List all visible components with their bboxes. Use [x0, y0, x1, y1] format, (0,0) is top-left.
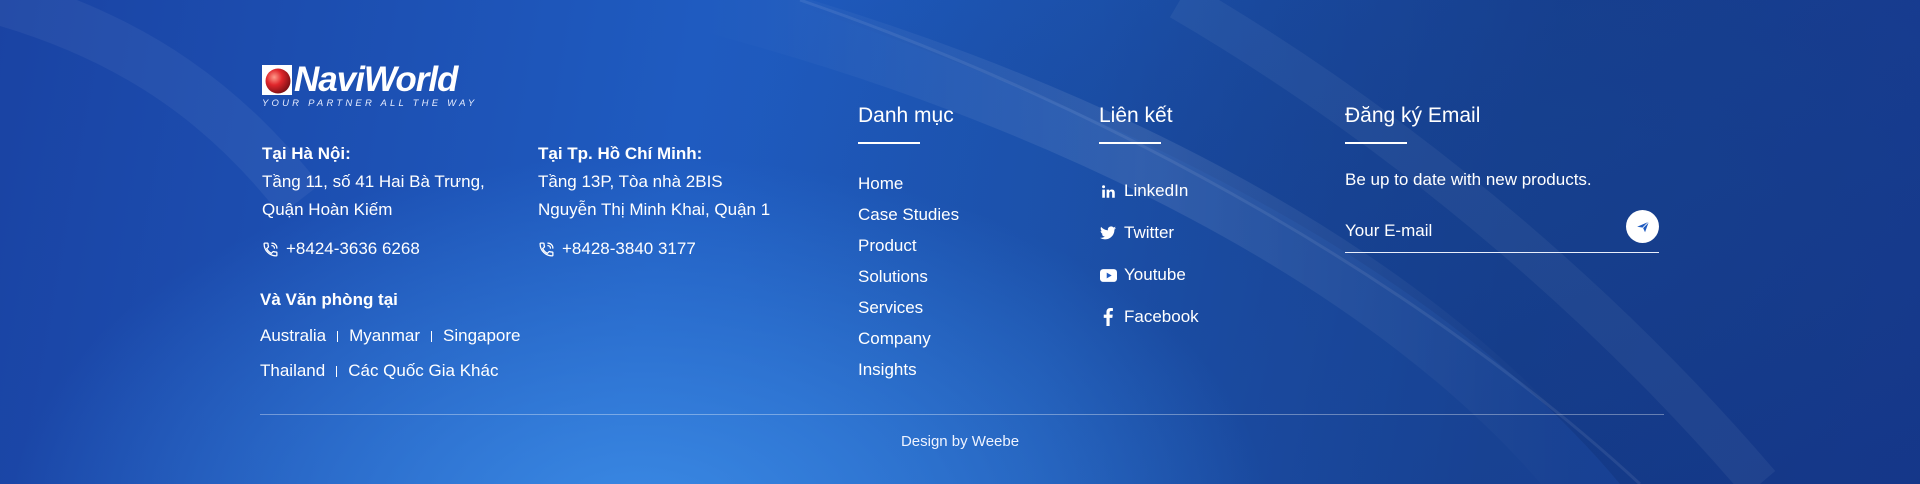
offices-row: Australia Myanmar Singapore	[260, 324, 521, 348]
brand-name: NaviWorld	[294, 60, 458, 99]
social-label: Youtube	[1124, 265, 1186, 284]
newsletter-title: Đăng ký Email	[1345, 104, 1481, 127]
office-link-thailand[interactable]: Thailand	[260, 361, 325, 381]
hanoi-line1: Tầng 11, số 41 Hai Bà Trưng,	[262, 172, 485, 191]
categories-column: Danh mục Home Case Studies Product Solut…	[858, 103, 959, 389]
globe-icon	[262, 65, 292, 95]
footer-divider	[260, 414, 1664, 415]
social-link-twitter[interactable]: Twitter	[1099, 212, 1199, 254]
facebook-icon	[1099, 308, 1117, 326]
hcm-phone-number: +8428-3840 3177	[562, 239, 696, 258]
hanoi-address: Tại Hà Nội: Tầng 11, số 41 Hai Bà Trưng,…	[262, 140, 485, 263]
social-label: LinkedIn	[1124, 181, 1189, 200]
hcm-phone[interactable]: +8428-3840 3177	[538, 235, 770, 263]
divider	[431, 330, 432, 342]
social-label: Facebook	[1124, 307, 1199, 326]
title-underline	[1345, 142, 1407, 144]
newsletter-column: Đăng ký Email Be up to date with new pro…	[1345, 103, 1659, 253]
hcm-line2: Nguyễn Thị Minh Khai, Quận 1	[538, 200, 771, 219]
offices: Và Văn phòng tại Australia Myanmar Singa…	[260, 290, 521, 394]
links-title: Liên kết	[1099, 104, 1173, 127]
title-underline	[858, 142, 920, 144]
hcm-address: Tại Tp. Hồ Chí Minh: Tầng 13P, Tòa nhà 2…	[538, 140, 770, 263]
send-button[interactable]	[1626, 210, 1659, 243]
hanoi-title: Tại Hà Nội:	[262, 144, 351, 163]
twitter-icon	[1099, 224, 1117, 242]
social-link-facebook[interactable]: Facebook	[1099, 296, 1199, 338]
site-footer: NaviWorld YOUR PARTNER ALL THE WAY Tại H…	[0, 0, 1920, 484]
hcm-line1: Tầng 13P, Tòa nhà 2BIS	[538, 172, 723, 191]
linkedin-icon	[1099, 182, 1117, 200]
menu-item-home[interactable]: Home	[858, 172, 959, 203]
menu-item-product[interactable]: Product	[858, 234, 959, 265]
divider	[337, 330, 339, 342]
office-link-australia[interactable]: Australia	[260, 326, 326, 346]
social-label: Twitter	[1124, 223, 1175, 242]
youtube-icon	[1099, 266, 1117, 284]
hanoi-phone[interactable]: +8424-3636 6268	[262, 235, 485, 263]
social-link-youtube[interactable]: Youtube	[1099, 254, 1199, 296]
hcm-title: Tại Tp. Hồ Chí Minh:	[538, 144, 703, 163]
brand-tagline: YOUR PARTNER ALL THE WAY	[262, 98, 478, 109]
hanoi-line2: Quận Hoàn Kiếm	[262, 200, 393, 219]
send-icon	[1636, 220, 1649, 232]
office-link-myanmar[interactable]: Myanmar	[349, 326, 420, 346]
offices-row: Thailand Các Quốc Gia Khác	[260, 359, 521, 383]
menu-item-case-studies[interactable]: Case Studies	[858, 203, 959, 234]
brand-logo[interactable]: NaviWorld YOUR PARTNER ALL THE WAY	[262, 60, 482, 109]
email-input[interactable]	[1345, 218, 1615, 244]
title-underline	[1099, 142, 1161, 144]
divider	[336, 365, 338, 377]
office-link-other-countries[interactable]: Các Quốc Gia Khác	[348, 361, 498, 381]
categories-menu: Home Case Studies Product Solutions Serv…	[858, 172, 959, 389]
menu-item-company[interactable]: Company	[858, 327, 959, 358]
phone-icon	[539, 241, 554, 257]
phone-icon	[263, 241, 278, 257]
email-form	[1345, 210, 1659, 253]
links-column: Liên kết LinkedIn Twitter Youtube Facebo…	[1099, 103, 1199, 338]
design-credit[interactable]: Design by Weebe	[0, 433, 1920, 450]
menu-item-services[interactable]: Services	[858, 296, 959, 327]
offices-title: Và Văn phòng tại	[260, 290, 398, 309]
social-link-linkedin[interactable]: LinkedIn	[1099, 170, 1199, 212]
menu-item-insights[interactable]: Insights	[858, 358, 959, 389]
newsletter-text: Be up to date with new products.	[1345, 170, 1592, 189]
hanoi-phone-number: +8424-3636 6268	[286, 239, 420, 258]
categories-title: Danh mục	[858, 104, 954, 127]
menu-item-solutions[interactable]: Solutions	[858, 265, 959, 296]
office-link-singapore[interactable]: Singapore	[443, 326, 521, 346]
social-links: LinkedIn Twitter Youtube Facebook	[1099, 170, 1199, 338]
